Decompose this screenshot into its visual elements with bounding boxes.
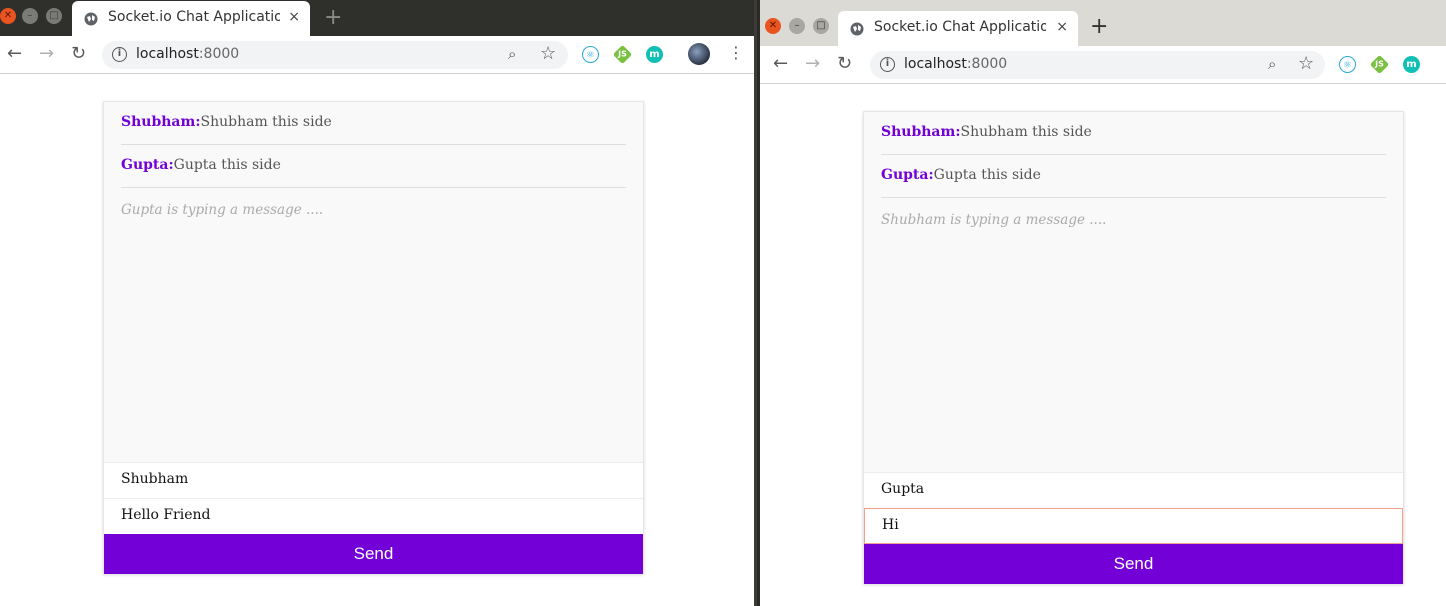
star-icon[interactable]: ☆: [540, 43, 556, 64]
react-extension-icon[interactable]: ⚛: [582, 46, 599, 63]
message-list: Shubham:Shubham this side Gupta:Gupta th…: [864, 112, 1403, 472]
message-text: Shubham this side: [200, 114, 332, 130]
chat-message: Gupta:Gupta this side: [121, 145, 626, 188]
menu-icon[interactable]: ⋮: [728, 44, 744, 62]
message-text: Shubham this side: [960, 124, 1092, 140]
new-tab-button[interactable]: +: [324, 7, 342, 29]
chat-box: Shubham:Shubham this side Gupta:Gupta th…: [863, 111, 1404, 584]
window-minimize-button[interactable]: –: [789, 18, 805, 34]
back-icon[interactable]: ←: [773, 54, 788, 74]
page-content: Shubham:Shubham this side Gupta:Gupta th…: [0, 74, 754, 606]
send-button[interactable]: Send: [104, 534, 643, 574]
browser-tab[interactable]: Socket.io Chat Application ×: [72, 1, 310, 37]
window-close-button[interactable]: ✕: [765, 18, 781, 34]
info-icon[interactable]: i: [112, 47, 127, 62]
tab-strip: ✕ – □ Socket.io Chat Application × +: [760, 0, 1446, 47]
react-extension-icon[interactable]: ⚛: [1339, 56, 1356, 73]
tab-strip: ✕ – □ Socket.io Chat Application × +: [0, 0, 754, 37]
name-input[interactable]: Shubham: [104, 462, 643, 498]
message-user: Gupta:: [881, 167, 934, 183]
forward-icon[interactable]: →: [805, 54, 820, 74]
zoom-icon[interactable]: ⌕: [508, 45, 516, 63]
name-input[interactable]: Gupta: [864, 472, 1403, 508]
info-icon[interactable]: i: [880, 57, 895, 72]
browser-window-right: ✕ – □ Socket.io Chat Application × + ← →…: [757, 0, 1446, 606]
zoom-icon[interactable]: ⌕: [1268, 55, 1276, 73]
chat-message: Shubham:Shubham this side: [881, 112, 1386, 155]
message-input[interactable]: Hi: [864, 508, 1403, 544]
url-host: localhost: [136, 46, 199, 62]
profile-avatar[interactable]: [688, 43, 710, 65]
url-text: localhost:8000: [904, 56, 1007, 72]
typing-indicator: Shubham is typing a message ....: [881, 212, 1107, 228]
tab-title: Socket.io Chat Application: [874, 19, 1046, 35]
window-close-button[interactable]: ✕: [0, 8, 16, 24]
forward-icon[interactable]: →: [39, 44, 54, 64]
reload-icon[interactable]: ↻: [837, 54, 852, 74]
reload-icon[interactable]: ↻: [71, 44, 86, 64]
address-bar[interactable]: i localhost:8000 ⌕ ☆: [102, 41, 568, 69]
url-port: :8000: [966, 56, 1008, 72]
browser-window-left: ✕ – □ Socket.io Chat Application × + ← →…: [0, 0, 754, 606]
browser-toolbar: ← → ↻ i localhost:8000 ⌕ ☆ ⚛ JS m ⋮: [0, 36, 754, 74]
window-maximize-button[interactable]: □: [46, 8, 62, 24]
tab-close-icon[interactable]: ×: [1056, 19, 1068, 35]
globe-icon: [84, 12, 98, 26]
window-maximize-button[interactable]: □: [813, 18, 829, 34]
star-icon[interactable]: ☆: [1298, 53, 1314, 74]
node-extension-icon[interactable]: JS: [612, 44, 633, 65]
typing-indicator: Gupta is typing a message ....: [121, 202, 324, 218]
chat-message: Shubham:Shubham this side: [121, 102, 626, 145]
chat-box: Shubham:Shubham this side Gupta:Gupta th…: [103, 101, 644, 574]
tab-title: Socket.io Chat Application: [108, 9, 280, 25]
message-input[interactable]: Hello Friend: [104, 498, 643, 534]
chat-message: Gupta:Gupta this side: [881, 155, 1386, 198]
new-tab-button[interactable]: +: [1090, 16, 1108, 38]
message-user: Shubham:: [881, 124, 961, 140]
m-extension-icon[interactable]: m: [646, 46, 663, 63]
url-host: localhost: [904, 56, 967, 72]
window-minimize-button[interactable]: –: [22, 8, 38, 24]
address-bar[interactable]: i localhost:8000 ⌕ ☆: [870, 51, 1325, 79]
browser-toolbar: ← → ↻ i localhost:8000 ⌕ ☆ ⚛ JS m: [760, 46, 1446, 84]
browser-tab[interactable]: Socket.io Chat Application ×: [838, 11, 1078, 47]
tab-close-icon[interactable]: ×: [288, 9, 300, 25]
message-user: Gupta:: [121, 157, 174, 173]
page-content: Shubham:Shubham this side Gupta:Gupta th…: [760, 84, 1446, 606]
url-port: :8000: [198, 46, 240, 62]
message-text: Gupta this side: [933, 167, 1041, 183]
globe-icon: [850, 22, 864, 36]
send-button[interactable]: Send: [864, 544, 1403, 584]
message-user: Shubham:: [121, 114, 201, 130]
back-icon[interactable]: ←: [7, 44, 22, 64]
node-extension-icon[interactable]: JS: [1369, 54, 1390, 75]
m-extension-icon[interactable]: m: [1403, 56, 1420, 73]
message-list: Shubham:Shubham this side Gupta:Gupta th…: [104, 102, 643, 462]
message-text: Gupta this side: [173, 157, 281, 173]
url-text: localhost:8000: [136, 46, 239, 62]
